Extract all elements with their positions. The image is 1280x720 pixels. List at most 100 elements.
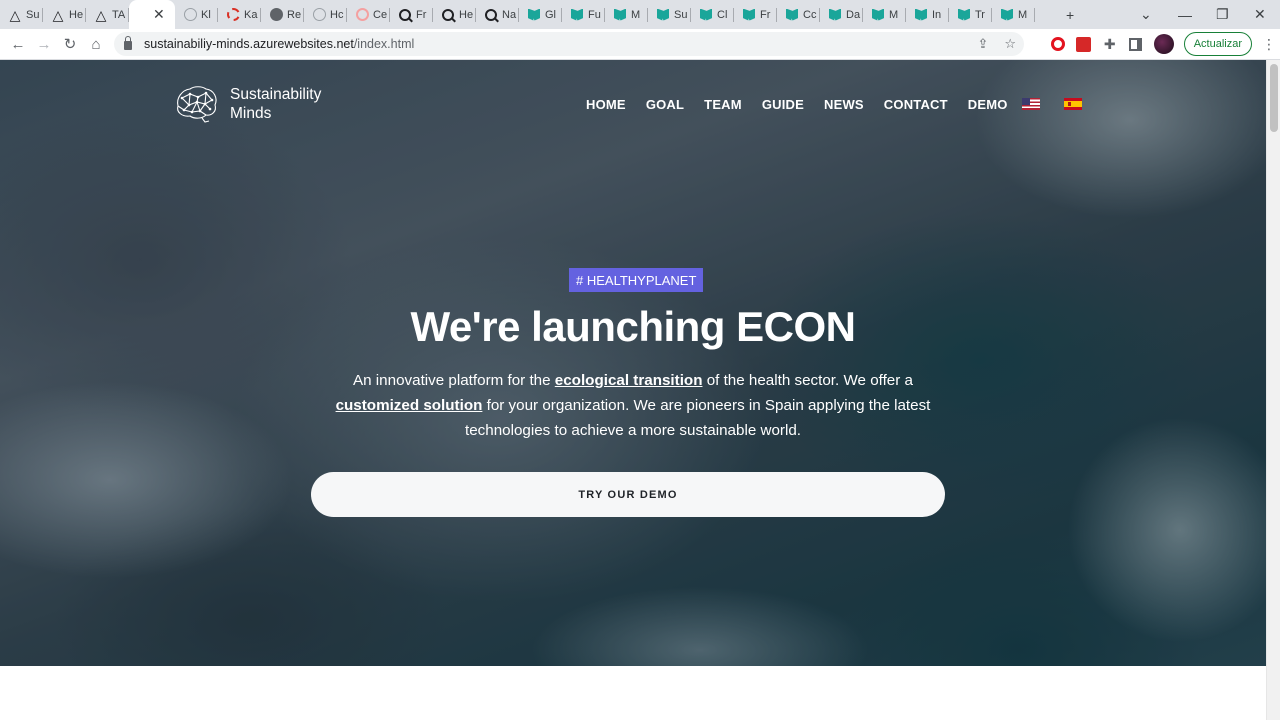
nav-contact[interactable]: CONTACT (884, 97, 948, 112)
tab-label: Fr (416, 8, 427, 21)
bookmark-star-icon[interactable]: ☆ (1004, 36, 1016, 52)
browser-tab[interactable]: Fu (562, 0, 605, 29)
browser-tab[interactable]: He (433, 0, 476, 29)
browser-tab[interactable]: Da (820, 0, 863, 29)
tab-label: Su (674, 8, 688, 21)
tab-label: Re (287, 8, 302, 21)
site-logo[interactable]: Sustainability Minds (172, 84, 321, 124)
url-host: sustainabiliy-minds.azurewebsites.net (144, 37, 354, 51)
browser-tab[interactable]: ✕ (129, 0, 175, 29)
browser-tab[interactable]: Tr (949, 0, 992, 29)
opera-extension-icon[interactable] (1050, 36, 1066, 52)
url-path: /index.html (353, 37, 415, 51)
profile-avatar[interactable] (1153, 34, 1174, 54)
spain-flag-icon[interactable] (1064, 98, 1082, 110)
address-bar[interactable]: sustainabiliy-minds.azurewebsites.net/in… (114, 32, 1024, 56)
browser-tab[interactable]: Cl (691, 0, 734, 29)
book-icon (828, 8, 842, 22)
side-panel-icon[interactable] (1128, 36, 1144, 52)
us-flag-icon[interactable] (1022, 98, 1040, 110)
browser-tab[interactable]: Su (648, 0, 691, 29)
circle-icon (183, 8, 197, 22)
browser-tab[interactable]: Ce (347, 0, 390, 29)
triangle-icon: △ (9, 6, 21, 23)
tab-label: Tr (975, 8, 985, 21)
tab-label: M (1018, 8, 1028, 21)
lead-text-2: of the health sector. We offer a (702, 372, 913, 389)
browser-tab[interactable]: △ TA (86, 0, 129, 29)
hashtag-badge: # HEALTHYPLANET (569, 268, 704, 292)
close-icon[interactable]: ✕ (153, 6, 165, 23)
browser-toolbar: ← → ↻ ⌂ sustainabiliy-minds.azurewebsite… (0, 29, 1280, 60)
browser-tab[interactable]: △ He (43, 0, 86, 29)
tab-search-chevron-icon[interactable]: ⌄ (1140, 0, 1152, 29)
book-icon (957, 8, 971, 22)
extensions-puzzle-icon[interactable]: ✚ (1102, 36, 1118, 52)
tab-label: Gl (545, 8, 556, 21)
back-arrow-icon[interactable]: ← (5, 31, 31, 57)
restore-icon[interactable]: ❐ (1216, 0, 1229, 29)
update-button[interactable]: Actualizar (1183, 32, 1252, 56)
browser-tab[interactable]: Ka (218, 0, 261, 29)
tab-label: Na (502, 8, 517, 21)
lead-text-3: for your organization. We are pioneers i… (464, 397, 931, 439)
browser-tab[interactable]: M (863, 0, 906, 29)
tab-label: He (69, 8, 84, 21)
tab-label: TA (112, 8, 126, 21)
browser-tab[interactable]: In (906, 0, 949, 29)
book-icon (570, 8, 584, 22)
reload-icon[interactable]: ↻ (57, 31, 83, 57)
tab-label: Da (846, 8, 861, 21)
book-icon (656, 8, 670, 22)
browser-tab[interactable]: Fr (390, 0, 433, 29)
search-icon (484, 8, 498, 22)
lock-icon[interactable] (124, 35, 132, 50)
book-icon (699, 8, 713, 22)
tab-label: Su (26, 8, 40, 21)
hero-description: An innovative platform for the ecologica… (320, 368, 946, 443)
browser-tab[interactable]: Cc (777, 0, 820, 29)
browser-tab[interactable]: M (992, 0, 1035, 29)
nav-goal[interactable]: GOAL (646, 97, 684, 112)
lead-text-1: An innovative platform for the (353, 372, 555, 389)
share-icon[interactable]: ⇪ (977, 36, 988, 52)
customized-solution-link[interactable]: customized solution (336, 397, 483, 414)
tab-label: Fr (760, 8, 771, 21)
browser-tab[interactable]: Na (476, 0, 519, 29)
nav-guide[interactable]: GUIDE (762, 97, 804, 112)
try-demo-button[interactable]: TRY OUR DEMO (311, 472, 945, 517)
nav-news[interactable]: NEWS (824, 97, 864, 112)
main-nav: HOME GOAL TEAM GUIDE NEWS CONTACT DEMO (586, 97, 1008, 112)
forward-arrow-icon[interactable]: → (31, 31, 57, 57)
book-icon (914, 8, 928, 22)
tab-label: M (889, 8, 899, 21)
search-icon (398, 8, 412, 22)
browser-tab[interactable]: Kl (175, 0, 218, 29)
book-icon (871, 8, 885, 22)
new-tab-button[interactable]: + (1066, 0, 1074, 29)
nav-home[interactable]: HOME (586, 97, 626, 112)
ecological-transition-link[interactable]: ecological transition (555, 372, 703, 389)
tab-label: Cl (717, 8, 728, 21)
home-icon[interactable]: ⌂ (83, 31, 109, 57)
browser-tab[interactable]: △ Su (0, 0, 43, 29)
window-close-icon[interactable]: ✕ (1254, 0, 1266, 29)
browser-tab[interactable]: M (605, 0, 648, 29)
minimize-icon[interactable]: — (1178, 0, 1192, 29)
tab-label: M (631, 8, 641, 21)
logo-text-line2: Minds (230, 105, 272, 122)
browser-tab[interactable]: Re (261, 0, 304, 29)
browser-tab[interactable]: Fr (734, 0, 777, 29)
book-icon (742, 8, 756, 22)
scrollbar-thumb[interactable] (1270, 64, 1278, 132)
browser-tab[interactable]: Hc (304, 0, 347, 29)
nav-team[interactable]: TEAM (704, 97, 742, 112)
browser-tab[interactable]: Gl (519, 0, 562, 29)
book-icon (613, 8, 627, 22)
page-scrollbar[interactable] (1266, 60, 1280, 720)
hero-section: Sustainability Minds HOME GOAL TEAM GUID… (0, 60, 1266, 666)
tab-label: Cc (803, 8, 817, 21)
menu-kebab-icon[interactable]: ⋮ (1262, 36, 1276, 53)
red-extension-icon[interactable] (1076, 36, 1092, 52)
nav-demo[interactable]: DEMO (968, 97, 1008, 112)
